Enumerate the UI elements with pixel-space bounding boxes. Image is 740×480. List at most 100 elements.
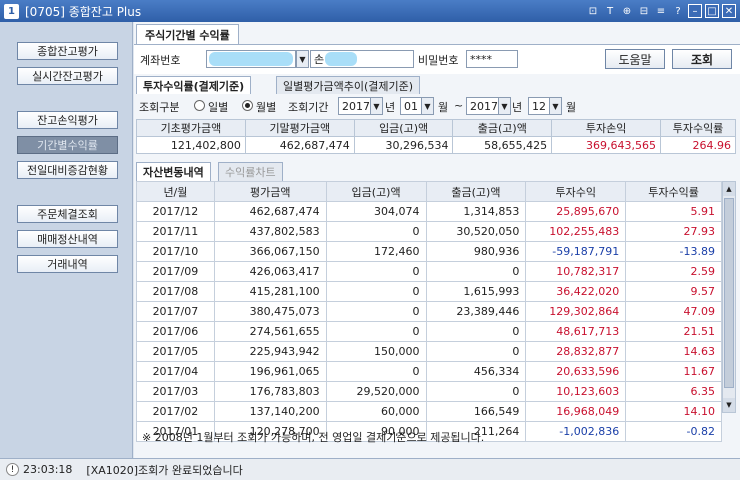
summary-end-value: 462,687,474 — [244, 136, 355, 154]
status-message: [XA1020]조회가 완료되었습니다 — [86, 463, 243, 477]
copy-icon[interactable]: ⊕ — [620, 4, 634, 18]
table-row[interactable]: 2017/11 437,802,583 0 30,520,050 102,255,483… — [136, 221, 722, 242]
status-time: 23:03:18 — [23, 463, 73, 476]
cell-return-rate: 9.57 — [625, 281, 722, 302]
status-bar: ! 23:03:18 [XA1020]조회가 완료되었습니다 — [0, 458, 740, 480]
cell-withdrawal: 456,334 — [425, 361, 527, 382]
cell-investment-profit: 16,968,049 — [525, 401, 627, 422]
col-header-investment-profit[interactable]: 투자수익 — [525, 181, 627, 202]
cell-valuation: 274,561,655 — [213, 321, 327, 342]
cell-return-rate: 27.93 — [625, 221, 722, 242]
cell-year-month: 2017/05 — [136, 341, 215, 362]
app-icon: 1 — [4, 3, 19, 19]
table-row[interactable]: 2017/06 274,561,655 0 0 48,617,713 21.51 — [136, 321, 722, 342]
cell-return-rate: 11.67 — [625, 361, 722, 382]
sidebar-item-period-return[interactable]: 기간별수익률 — [17, 136, 118, 154]
table-row[interactable]: 2017/09 426,063,417 0 0 10,782,317 2.59 — [136, 261, 722, 282]
sidebar-item-total-balance[interactable]: 종합잔고평가 — [17, 42, 118, 60]
tab-period-return[interactable]: 주식기간별 수익률 — [136, 24, 239, 44]
cell-valuation: 415,281,100 — [213, 281, 327, 302]
table-row[interactable]: 2017/02 137,140,200 60,000 166,549 16,968,04… — [136, 401, 722, 422]
cell-withdrawal: 1,314,853 — [425, 201, 527, 222]
table-row[interactable]: 2017/08 415,281,100 0 1,615,993 36,422,020 9.… — [136, 281, 722, 302]
close-icon[interactable]: ✕ — [722, 4, 736, 18]
end-year-dropdown-icon[interactable]: ▼ — [498, 97, 511, 115]
table-row[interactable]: 2017/03 176,783,803 29,520,000 0 10,123,603 6… — [136, 381, 722, 402]
monthly-radio[interactable] — [242, 100, 253, 111]
col-header-return-rate[interactable]: 투자수익률 — [625, 181, 722, 202]
cell-deposit: 150,000 — [325, 341, 427, 362]
cell-investment-profit: 25,895,670 — [525, 201, 627, 222]
sidebar-item-transactions[interactable]: 거래내역 — [17, 255, 118, 273]
font-icon[interactable]: T — [603, 4, 617, 18]
account-number-field[interactable] — [206, 50, 296, 68]
table-row[interactable]: 2017/07 380,475,073 0 23,389,446 129,302,864… — [136, 301, 722, 322]
scrollbar-thumb[interactable] — [724, 198, 734, 388]
tab-return-chart[interactable]: 수익률차트 — [218, 162, 283, 181]
share-icon[interactable]: ⊟ — [637, 4, 651, 18]
summary-header: 출금(고)액 — [452, 119, 553, 137]
cell-withdrawal: 30,520,050 — [425, 221, 527, 242]
tab-investment-return[interactable]: 투자수익률(결제기준) — [136, 76, 252, 94]
sidebar-item-order-execution[interactable]: 주문체결조회 — [17, 205, 118, 223]
summary-begin-value: 121,402,800 — [136, 136, 246, 154]
query-button[interactable]: 조회 — [672, 49, 732, 69]
table-row[interactable]: 2017/04 196,961,065 0 456,334 20,633,596 11.6… — [136, 361, 722, 382]
help-button[interactable]: 도움말 — [605, 49, 665, 69]
end-month-select[interactable]: 12 — [528, 97, 550, 115]
sidebar-item-realtime-balance[interactable]: 실시간잔고평가 — [17, 67, 118, 85]
col-header-valuation[interactable]: 평가금액 — [213, 181, 327, 202]
start-year-dropdown-icon[interactable]: ▼ — [370, 97, 383, 115]
scroll-up-icon[interactable]: ▲ — [723, 182, 735, 196]
end-month-dropdown-icon[interactable]: ▼ — [549, 97, 562, 115]
cell-investment-profit: 10,123,603 — [525, 381, 627, 402]
cell-withdrawal: 980,936 — [425, 241, 527, 262]
cell-withdrawal: 0 — [425, 341, 527, 362]
cell-valuation: 437,802,583 — [213, 221, 327, 242]
table-row[interactable]: 2017/10 366,067,150 172,460 980,936 -59,187,… — [136, 241, 722, 262]
table-row[interactable]: 2017/05 225,943,942 150,000 0 28,832,877 14.6… — [136, 341, 722, 362]
list-icon[interactable]: ≡ — [654, 4, 668, 18]
start-month-dropdown-icon[interactable]: ▼ — [421, 97, 434, 115]
end-year-select[interactable]: 2017 — [466, 97, 500, 115]
table-row[interactable]: 2017/12 462,687,474 304,074 1,314,853 25,895… — [136, 201, 722, 222]
scroll-down-icon[interactable]: ▼ — [723, 398, 735, 412]
account-row: 계좌번호 ▼ 손 비밀번호 **** 도움말 조회 — [134, 44, 740, 74]
grid-icon[interactable]: ⊡ — [586, 4, 600, 18]
asset-change-table: 년/월 평가금액 입금(고)액 출금(고)액 투자수익 투자수익률 2017/1… — [136, 181, 722, 442]
window-title: [0705] 종합잔고 Plus — [25, 4, 142, 19]
tab-asset-changes[interactable]: 자산변동내역 — [136, 162, 211, 181]
cell-return-rate: 21.51 — [625, 321, 722, 342]
col-header-deposit[interactable]: 입금(고)액 — [325, 181, 427, 202]
start-year-select[interactable]: 2017 — [338, 97, 372, 115]
summary-return-rate: 264.96 — [660, 136, 736, 154]
password-field[interactable]: **** — [466, 50, 518, 68]
cell-deposit: 0 — [325, 281, 427, 302]
account-name-redacted — [325, 52, 357, 66]
summary-header: 기초평가금액 — [136, 119, 246, 137]
table-scrollbar[interactable]: ▲ ▼ — [722, 181, 736, 413]
end-month-unit: 월 — [566, 101, 577, 114]
cell-return-rate: 2.59 — [625, 261, 722, 282]
daily-label: 일별 — [208, 101, 229, 114]
cell-deposit: 29,520,000 — [325, 381, 427, 402]
daily-radio[interactable] — [194, 100, 205, 111]
cell-valuation: 426,063,417 — [213, 261, 327, 282]
col-header-withdrawal[interactable]: 출금(고)액 — [425, 181, 527, 202]
col-header-year-month[interactable]: 년/월 — [136, 181, 215, 202]
sidebar-item-balance-pnl[interactable]: 잔고손익평가 — [17, 111, 118, 129]
tab-daily-valuation[interactable]: 일별평가금액추이(결제기준) — [276, 76, 421, 94]
cell-investment-profit: 36,422,020 — [525, 281, 627, 302]
sidebar-item-daily-change[interactable]: 전일대비증감현황 — [17, 161, 118, 179]
cell-year-month: 2017/07 — [136, 301, 215, 322]
help-icon[interactable]: ? — [671, 4, 685, 18]
cell-investment-profit: -1,002,836 — [525, 421, 627, 442]
start-month-select[interactable]: 01 — [400, 97, 422, 115]
sidebar-item-trade-settlement[interactable]: 매매정산내역 — [17, 230, 118, 248]
sub-tabs: 투자수익률(결제기준) 일별평가금액추이(결제기준) — [134, 74, 740, 94]
account-dropdown-icon[interactable]: ▼ — [296, 50, 309, 68]
summary-investment-pnl: 369,643,565 — [551, 136, 662, 154]
maximize-icon[interactable]: □ — [705, 4, 719, 18]
cell-investment-profit: 20,633,596 — [525, 361, 627, 382]
minimize-icon[interactable]: – — [688, 4, 702, 18]
